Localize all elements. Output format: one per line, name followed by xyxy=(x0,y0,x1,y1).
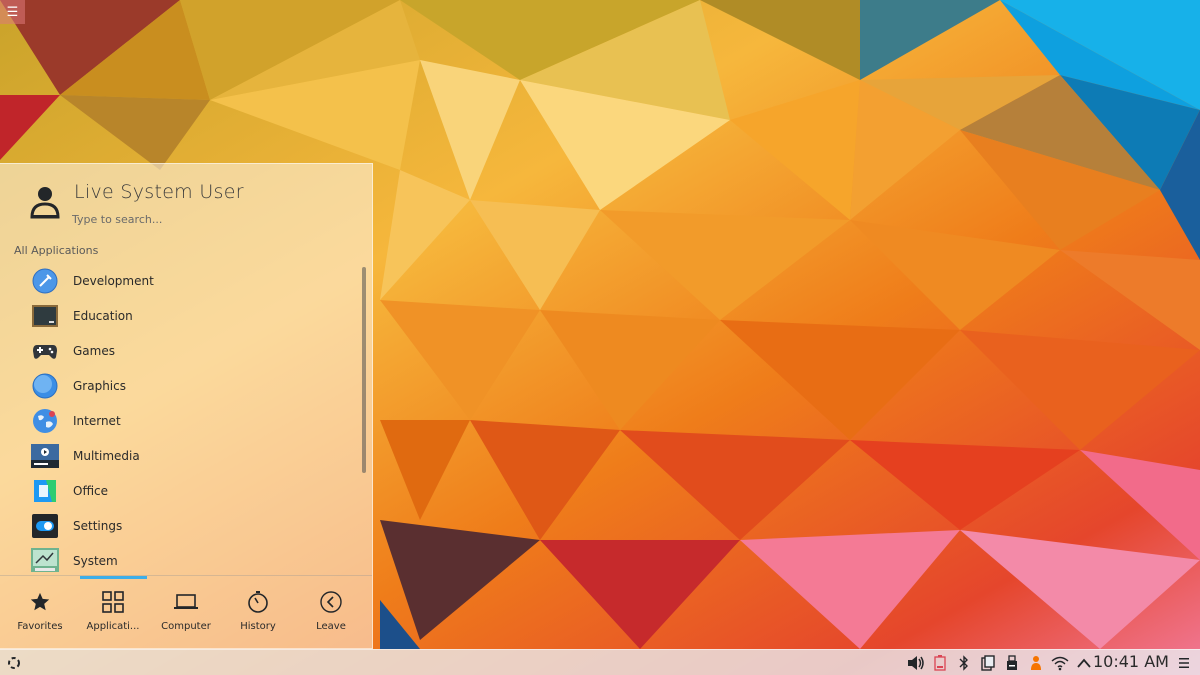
application-launcher: Live System User All Applications Develo… xyxy=(0,163,373,649)
app-item-settings[interactable]: Settings xyxy=(0,508,362,543)
office-icon xyxy=(31,477,59,505)
tab-leave[interactable]: Leave xyxy=(294,589,368,637)
desktop-toolbox-button[interactable]: ☰ xyxy=(0,0,25,24)
app-label: Development xyxy=(73,273,154,288)
app-label: Games xyxy=(73,343,115,358)
settings-icon xyxy=(31,512,59,540)
clipboard-icon[interactable] xyxy=(977,653,999,673)
system-tray xyxy=(905,653,1097,673)
panel-clock[interactable]: 10:41 AM xyxy=(1093,652,1169,671)
launcher-header: Live System User xyxy=(0,164,372,234)
hamburger-icon xyxy=(1179,658,1189,668)
bottom-panel: 10:41 AM xyxy=(0,649,1200,675)
app-item-development[interactable]: Development xyxy=(0,263,362,298)
chevron-up-icon[interactable] xyxy=(1073,653,1095,673)
tab-label: Favorites xyxy=(17,621,63,632)
development-icon xyxy=(31,267,59,295)
tab-label: History xyxy=(240,621,276,632)
graphics-icon xyxy=(31,372,59,400)
tab-label: Computer xyxy=(161,621,211,632)
app-label: Settings xyxy=(73,518,123,533)
multimedia-icon xyxy=(31,442,59,470)
system-icon xyxy=(31,547,59,575)
app-label: Office xyxy=(73,483,109,498)
app-item-games[interactable]: Games xyxy=(0,333,362,368)
notification-icon[interactable] xyxy=(1025,653,1047,673)
volume-icon[interactable] xyxy=(905,653,927,673)
grid-icon xyxy=(100,589,126,615)
games-icon xyxy=(31,337,59,365)
app-list-scrollbar[interactable] xyxy=(362,267,366,573)
app-item-education[interactable]: Education xyxy=(0,298,362,333)
app-item-office[interactable]: Office xyxy=(0,473,362,508)
active-tab-indicator xyxy=(80,576,147,579)
tab-applications[interactable]: Applicati... xyxy=(76,589,150,637)
app-label: Internet xyxy=(73,413,121,428)
kde-launcher-icon xyxy=(8,657,20,669)
application-list: Development Education Games Graphics Int… xyxy=(0,263,362,575)
tab-label: Leave xyxy=(316,621,346,632)
star-icon xyxy=(27,589,53,615)
clock-icon xyxy=(245,589,271,615)
usb-drive-icon[interactable] xyxy=(1001,653,1023,673)
launcher-tab-bar: Favorites Applicati... Computer History … xyxy=(0,575,372,648)
hamburger-icon: ☰ xyxy=(6,4,19,20)
education-icon xyxy=(31,302,59,330)
search-input[interactable] xyxy=(72,209,342,229)
laptop-icon xyxy=(173,589,199,615)
tab-computer[interactable]: Computer xyxy=(149,589,223,637)
user-name: Live System User xyxy=(74,181,244,203)
app-item-graphics[interactable]: Graphics xyxy=(0,368,362,403)
application-launcher-button[interactable] xyxy=(4,653,24,673)
app-item-internet[interactable]: Internet xyxy=(0,403,362,438)
app-item-system[interactable]: System xyxy=(0,543,362,575)
scrollbar-thumb[interactable] xyxy=(362,267,366,473)
app-label: System xyxy=(73,553,118,568)
tab-label: Applicati... xyxy=(86,621,140,632)
app-label: Multimedia xyxy=(73,448,140,463)
back-arrow-icon xyxy=(318,589,344,615)
app-label: Graphics xyxy=(73,378,126,393)
app-label: Education xyxy=(73,308,133,323)
section-title: All Applications xyxy=(14,244,99,257)
internet-icon xyxy=(31,407,59,435)
panel-menu-button[interactable] xyxy=(1175,654,1193,672)
app-item-multimedia[interactable]: Multimedia xyxy=(0,438,362,473)
user-avatar-icon xyxy=(30,187,60,219)
tab-favorites[interactable]: Favorites xyxy=(3,589,77,637)
battery-icon[interactable] xyxy=(929,653,951,673)
wifi-icon[interactable] xyxy=(1049,653,1071,673)
tab-history[interactable]: History xyxy=(221,589,295,637)
bluetooth-icon[interactable] xyxy=(953,653,975,673)
